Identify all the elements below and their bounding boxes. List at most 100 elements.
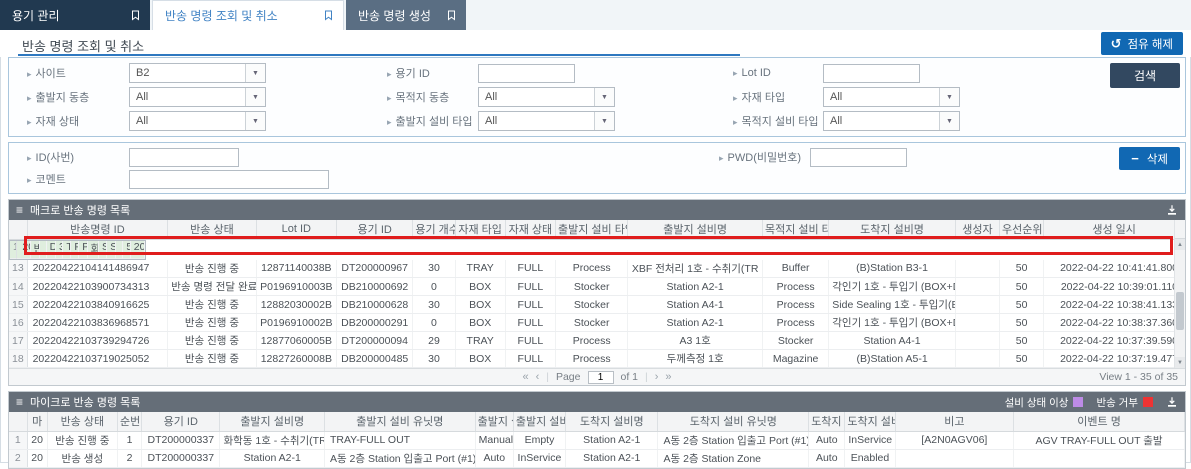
column-header[interactable]: 출발지 설비 유닛명 — [324, 412, 475, 431]
pwd-input[interactable] — [810, 148, 907, 167]
label-arrow-icon: ▸ — [719, 153, 724, 163]
table-row[interactable]: 120반송 진행 중1DT200000337화학동 1호 - 수취기(TRAYT… — [9, 431, 1185, 449]
dst-floor-select[interactable]: All▼ — [478, 87, 615, 107]
column-header[interactable]: 도착지 설비명 — [566, 412, 658, 431]
cell: 20 — [27, 449, 47, 467]
column-header[interactable]: 출발지 설 — [475, 412, 513, 431]
table-row[interactable]: 1520220422103840916625반송 진행 중12882030002… — [9, 296, 1185, 314]
vertical-scrollbar[interactable]: ▲ ▼ — [1174, 220, 1185, 368]
column-header[interactable]: 우선순위 — [1000, 220, 1044, 239]
release-occupancy-button[interactable]: ↺ 점유 해제 — [1101, 32, 1183, 55]
column-header[interactable]: 이벤트 명 — [1014, 412, 1185, 431]
column-header[interactable]: 출발지 설비 — [513, 412, 565, 431]
column-header[interactable]: 반송명령 ID — [27, 220, 168, 239]
cell: FULL — [71, 241, 79, 259]
cell: 12877060005B — [256, 332, 336, 350]
table-row[interactable]: 1220220422104141711257반송 진행 중DT200000337… — [9, 240, 146, 260]
column-header[interactable]: 출발지 설비명 — [628, 220, 763, 239]
column-header[interactable]: 용기 개수 — [413, 220, 455, 239]
column-header[interactable]: 출발지 설비 타입 — [556, 220, 628, 239]
column-header[interactable] — [9, 412, 27, 431]
table-row[interactable]: 1620220422103836968571반송 진행 중P0196910002… — [9, 314, 1185, 332]
micro-table-zone: 마반송 상태순번용기 ID출발지 설비명출발지 설비 유닛명출발지 설출발지 설… — [9, 412, 1185, 468]
prev-page-icon[interactable]: ‹ — [536, 372, 540, 383]
tab-transfer-query-cancel[interactable]: 반송 명령 조회 및 취소 — [152, 0, 344, 30]
column-header[interactable]: Lot ID — [256, 220, 336, 239]
search-button[interactable]: 검색 — [1110, 63, 1180, 88]
column-header[interactable]: 도착지 설비 유닛명 — [658, 412, 809, 431]
minus-icon: − — [1131, 151, 1139, 166]
column-header[interactable]: 생성 일시 — [1044, 220, 1185, 239]
column-header[interactable]: 도착지 설 — [809, 412, 845, 431]
first-page-icon[interactable]: « — [522, 372, 528, 383]
lot-id-input[interactable] — [823, 64, 920, 83]
material-type-select[interactable]: All▼ — [823, 87, 960, 107]
cell: 반송 진행 중 — [168, 350, 256, 368]
dropdown-arrow-icon: ▼ — [245, 88, 265, 106]
filter-row: ▸사이트 B2▼ ▸용기 ID ▸Lot ID — [9, 61, 1185, 85]
delete-button[interactable]: − 삭제 — [1119, 147, 1180, 170]
cell: DB200000485 — [337, 350, 413, 368]
cell: 0 — [413, 278, 455, 296]
cell: 20220422104141711257 — [17, 241, 30, 259]
cell: 18 — [9, 350, 27, 368]
table-row[interactable]: 1820220422103719025052반송 진행 중12827260008… — [9, 350, 1185, 368]
table-row[interactable]: 1720220422103739294726반송 진행 중12877060005… — [9, 332, 1185, 350]
bookmark-icon — [131, 10, 140, 21]
column-header[interactable]: 자재 상태 — [505, 220, 555, 239]
download-icon[interactable] — [1166, 396, 1178, 408]
micro-table: 마반송 상태순번용기 ID출발지 설비명출발지 설비 유닛명출발지 설출발지 설… — [9, 412, 1185, 468]
dst-equip-type-select[interactable]: All▼ — [823, 111, 960, 131]
src-floor-select[interactable]: All▼ — [129, 87, 266, 107]
cell: 1 — [9, 431, 27, 449]
column-header[interactable]: 자재 타입 — [455, 220, 505, 239]
container-id-input[interactable] — [478, 64, 575, 83]
table-row[interactable]: 1320220422104141486947반송 진행 중12871140038… — [9, 260, 1185, 278]
scrollbar-thumb[interactable] — [1176, 292, 1184, 330]
cell: Manual — [475, 431, 513, 449]
column-header[interactable]: 용기 ID — [337, 220, 413, 239]
table-row[interactable]: 1420220422103900734313반송 명령 전달 완료P019691… — [9, 278, 1185, 296]
scroll-down-icon[interactable]: ▼ — [1175, 357, 1185, 368]
id-label: ▸ID(사번) — [9, 149, 129, 165]
src-equip-type-select[interactable]: All▼ — [478, 111, 615, 131]
column-header[interactable]: 용기 ID — [142, 412, 220, 431]
scroll-up-icon[interactable]: ▲ — [1175, 239, 1185, 250]
column-header[interactable]: 목적지 설비 타입 — [762, 220, 828, 239]
cell — [955, 314, 999, 332]
next-page-icon[interactable]: › — [655, 372, 659, 383]
tab-transfer-create[interactable]: 반송 명령 생성 — [346, 0, 466, 30]
column-header[interactable]: 비고 — [895, 412, 1014, 431]
column-header[interactable]: 반송 상태 — [168, 220, 256, 239]
page-input[interactable] — [588, 371, 614, 384]
column-header[interactable]: 생성자 — [955, 220, 999, 239]
filter-row: ▸출발지 동층 All▼ ▸목적지 동층 All▼ ▸자재 타입 All▼ — [9, 85, 1185, 109]
cell: 50 — [123, 241, 130, 259]
column-header[interactable]: 반송 상태 — [47, 412, 117, 431]
column-header[interactable]: 마 — [27, 412, 47, 431]
legend-equip-abnormal: 설비 상태 이상 — [1005, 395, 1084, 410]
tab-label: 반송 명령 조회 및 취소 — [165, 7, 278, 24]
tab-container-management[interactable]: 용기 관리 — [0, 0, 150, 30]
table-row[interactable]: 220반송 생성2DT200000337Station A2-1A동 2층 St… — [9, 449, 1185, 467]
cell: DB200000291 — [337, 314, 413, 332]
cell — [895, 449, 1014, 467]
last-page-icon[interactable]: » — [665, 372, 671, 383]
column-header[interactable] — [9, 220, 27, 239]
site-select[interactable]: B2▼ — [129, 63, 266, 83]
title-underline — [18, 54, 740, 56]
column-header[interactable]: 순번 — [118, 412, 142, 431]
id-input[interactable] — [129, 148, 239, 167]
column-header[interactable]: 출발지 설비명 — [220, 412, 324, 431]
comment-input[interactable] — [129, 170, 329, 189]
column-header[interactable]: 도착지 설비 — [845, 412, 895, 431]
cell: AGV TRAY-FULL OUT 출발 — [1014, 431, 1185, 449]
cell: BOX — [455, 314, 505, 332]
cell: 각인기 1호 - 투입기 (BOX+D — [829, 314, 956, 332]
cell: Station A2-1 — [628, 278, 763, 296]
cell: Station A2-1 — [566, 431, 658, 449]
column-header[interactable]: 도착지 설비명 — [829, 220, 956, 239]
download-icon[interactable] — [1166, 204, 1178, 216]
material-state-select[interactable]: All▼ — [129, 111, 266, 131]
cell: BOX — [455, 296, 505, 314]
